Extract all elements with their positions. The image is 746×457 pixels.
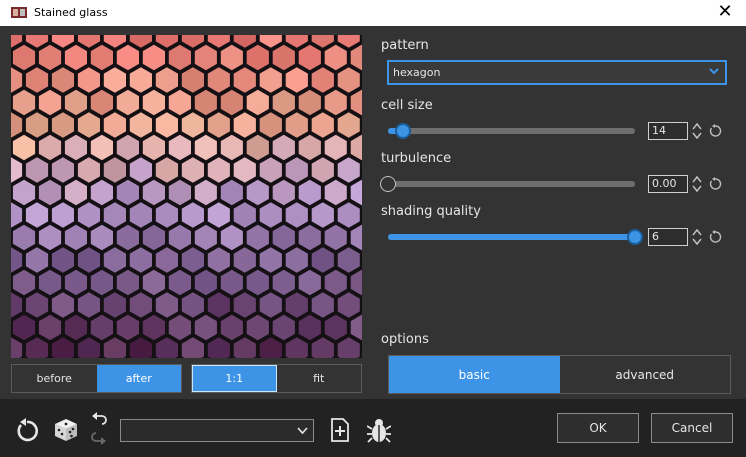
ok-button[interactable]: OK (557, 413, 639, 443)
shading-quality-slider[interactable] (388, 229, 643, 245)
cell-size-input[interactable]: 14 (648, 122, 688, 140)
preset-select[interactable] (120, 419, 314, 442)
add-preset-icon[interactable] (330, 418, 350, 442)
before-after-toggle: before after (11, 364, 182, 393)
zoom-toggle: 1:1 fit (191, 364, 362, 393)
shading-quality-slider-handle[interactable] (627, 229, 643, 245)
shading-quality-reset-icon[interactable] (708, 230, 722, 244)
cell-size-slider-handle[interactable] (394, 123, 411, 139)
before-button[interactable]: before (12, 365, 97, 392)
turbulence-input[interactable]: 0.00 (648, 175, 688, 193)
pattern-label: pattern (381, 38, 429, 53)
options-tabs: basic advanced (388, 355, 731, 394)
after-button[interactable]: after (96, 365, 181, 392)
cell-size-label: cell size (381, 98, 433, 113)
pattern-select[interactable]: hexagon (387, 60, 727, 85)
zoom-fit-button[interactable]: fit (277, 365, 362, 392)
tab-basic[interactable]: basic (389, 356, 560, 393)
redo-icon[interactable] (91, 430, 107, 445)
cell-size-spinner-icon[interactable] (691, 122, 703, 140)
undo-icon[interactable] (91, 412, 107, 427)
shading-quality-spinner-icon[interactable] (691, 228, 703, 246)
pattern-value: hexagon (393, 66, 441, 79)
turbulence-reset-icon[interactable] (708, 177, 722, 191)
shading-quality-input[interactable]: 6 (648, 228, 688, 246)
dice-icon[interactable] (53, 417, 79, 443)
chevron-down-icon (709, 68, 719, 75)
options-label: options (381, 332, 429, 347)
turbulence-label: turbulence (381, 151, 452, 166)
cell-size-slider[interactable] (388, 123, 635, 139)
dialog-body: before after 1:1 fit pattern hexagon cel… (0, 26, 746, 457)
turbulence-slider-handle[interactable] (380, 176, 396, 192)
preview-image (11, 35, 362, 358)
zoom-1-1-button[interactable]: 1:1 (192, 365, 277, 392)
close-button[interactable]: ✕ (714, 1, 736, 23)
title-bar: Stained glass ✕ (0, 0, 746, 26)
app-icon (11, 7, 27, 18)
bug-icon[interactable] (367, 417, 391, 443)
window-title: Stained glass (34, 6, 108, 19)
shading-quality-label: shading quality (381, 204, 481, 219)
cell-size-reset-icon[interactable] (708, 124, 722, 138)
reset-icon[interactable] (14, 418, 40, 444)
turbulence-slider[interactable] (380, 176, 635, 192)
cancel-button[interactable]: Cancel (651, 413, 733, 443)
chevron-down-icon (297, 427, 308, 435)
tab-advanced[interactable]: advanced (560, 356, 731, 393)
turbulence-spinner-icon[interactable] (691, 175, 703, 193)
